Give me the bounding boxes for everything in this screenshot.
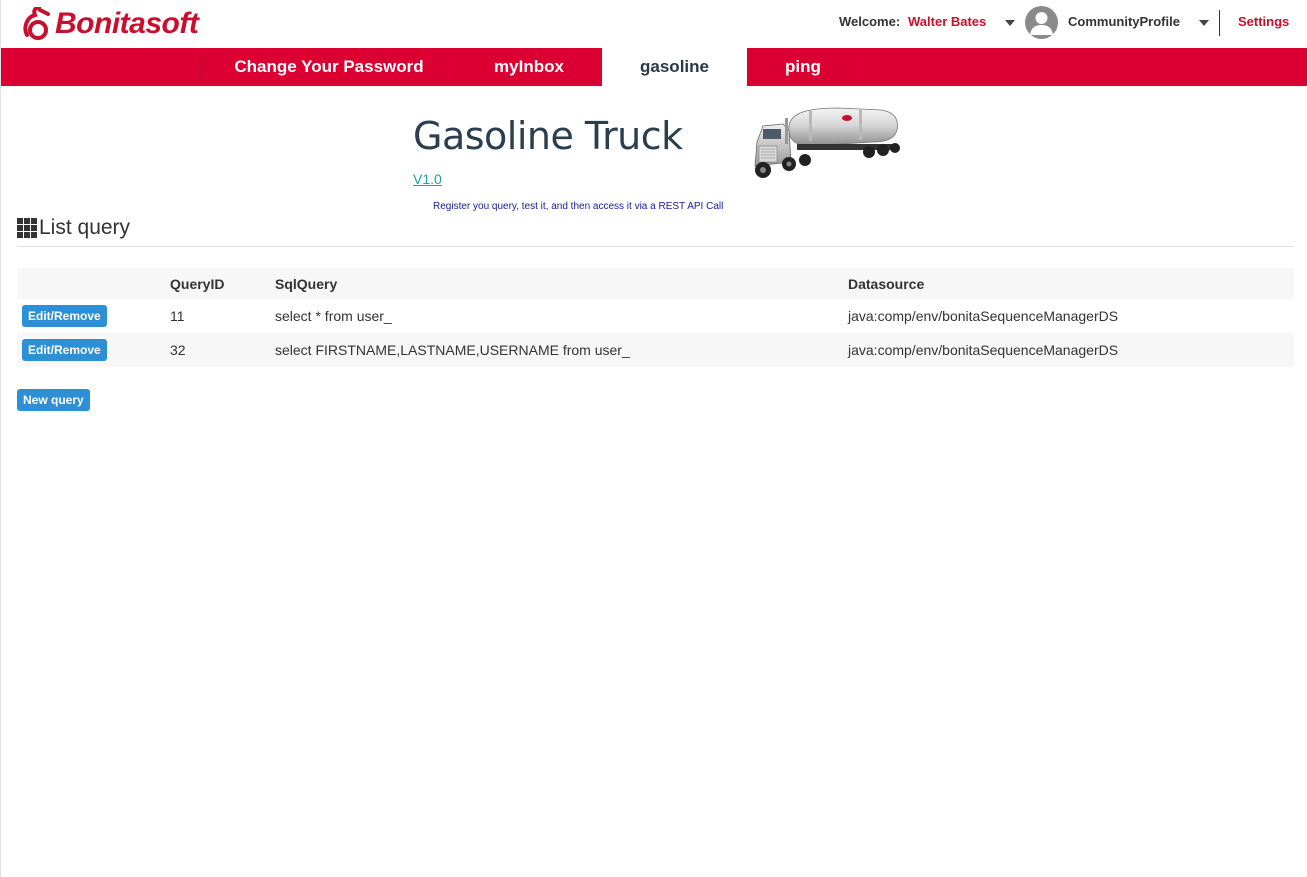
nav-divider: [859, 56, 860, 78]
user-avatar-icon[interactable]: [1025, 6, 1058, 39]
page-title: Gasoline Truck: [413, 114, 683, 158]
table-row: Edit/Remove 11 select * from user_ java:…: [17, 299, 1294, 333]
top-header: Bonitasoft Welcome: Walter Bates Communi…: [1, 0, 1307, 48]
gasoline-truck-image: [754, 107, 900, 178]
column-header-datasource: Datasource: [848, 275, 925, 292]
user-name-menu[interactable]: Walter Bates: [908, 14, 986, 29]
page-tagline: Register you query, test it, and then ac…: [433, 201, 724, 212]
logo-text: Bonitasoft: [55, 7, 199, 40]
bonitasoft-logo-icon: [23, 7, 50, 40]
tab-gasoline[interactable]: gasoline: [602, 48, 747, 86]
welcome-label: Welcome:: [839, 14, 901, 29]
column-header-sqlquery: SqlQuery: [275, 275, 338, 292]
user-menu-chevron-down-icon[interactable]: [1005, 20, 1015, 26]
tab-change-password[interactable]: Change Your Password: [203, 48, 455, 86]
header-divider: [1219, 10, 1220, 36]
tab-ping[interactable]: ping: [747, 48, 859, 86]
section-title: List query: [39, 216, 131, 239]
grid-icon: [17, 218, 37, 238]
version-link[interactable]: V1.0: [413, 171, 442, 187]
bonitasoft-logo[interactable]: Bonitasoft: [21, 5, 199, 43]
tab-myinbox[interactable]: myInbox: [456, 48, 602, 86]
query-id-cell: 32: [170, 342, 186, 358]
query-table: QueryID SqlQuery Datasource Edit/Remove …: [17, 268, 1294, 367]
table-header-row: QueryID SqlQuery Datasource: [17, 268, 1294, 299]
datasource-cell: java:comp/env/bonitaSequenceManagerDS: [848, 342, 1119, 358]
list-query-heading: List query: [17, 216, 130, 240]
app-navbar: Change Your Password myInbox gasoline pi…: [1, 48, 1307, 86]
edit-remove-button[interactable]: Edit/Remove: [22, 305, 107, 327]
column-header-queryid: QueryID: [170, 275, 225, 292]
profile-menu-chevron-down-icon[interactable]: [1199, 20, 1209, 26]
settings-link[interactable]: Settings: [1238, 14, 1289, 29]
sql-query-cell: select FIRSTNAME,LASTNAME,USERNAME from …: [275, 342, 630, 358]
table-row: Edit/Remove 32 select FIRSTNAME,LASTNAME…: [17, 333, 1294, 367]
edit-remove-button[interactable]: Edit/Remove: [22, 339, 107, 361]
query-id-cell: 11: [170, 308, 185, 324]
new-query-button[interactable]: New query: [17, 389, 90, 411]
sql-query-cell: select * from user_: [275, 308, 392, 324]
section-divider: [17, 246, 1294, 247]
datasource-cell: java:comp/env/bonitaSequenceManagerDS: [848, 308, 1119, 324]
profile-menu[interactable]: CommunityProfile: [1068, 14, 1180, 29]
